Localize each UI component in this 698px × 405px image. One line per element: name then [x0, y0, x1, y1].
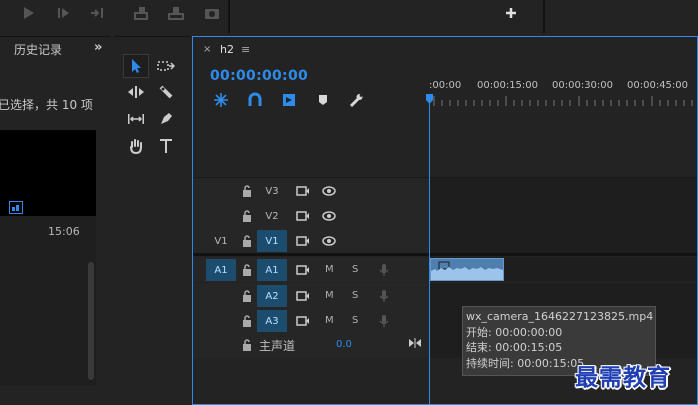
- master-volume[interactable]: 0.0: [336, 339, 352, 350]
- track-select-icon[interactable]: [154, 55, 178, 77]
- film-icon[interactable]: [296, 289, 310, 303]
- tools-panel: [114, 36, 190, 405]
- film-icon[interactable]: [296, 234, 310, 248]
- panel-tab-history[interactable]: 历史记录: [14, 41, 62, 58]
- selection-tool-icon[interactable]: [123, 54, 149, 78]
- waveform: [431, 261, 503, 280]
- hand-icon[interactable]: [124, 135, 148, 157]
- watermark-logo: 最需教育: [575, 365, 671, 391]
- master-track-label: 主声道: [259, 339, 296, 353]
- track-header-a3: [193, 308, 429, 333]
- eye-icon[interactable]: [322, 209, 336, 223]
- track-header-a2: [193, 283, 429, 308]
- film-icon[interactable]: [296, 314, 310, 328]
- lock-icon[interactable]: [240, 289, 254, 303]
- eye-icon[interactable]: [322, 184, 336, 198]
- mic-icon[interactable]: [377, 314, 391, 328]
- lock-icon[interactable]: [240, 234, 254, 248]
- track-toggle-a1[interactable]: A1: [257, 259, 287, 281]
- ripple-edit-icon[interactable]: [124, 81, 148, 103]
- lock-icon[interactable]: [240, 338, 254, 352]
- track-toggle-a3[interactable]: A3: [257, 310, 287, 332]
- track-header-master: [193, 333, 429, 358]
- lock-icon[interactable]: [240, 184, 254, 198]
- wrench-icon[interactable]: [348, 92, 364, 108]
- media-duration: 15:06: [48, 225, 80, 238]
- track-content-a2[interactable]: [429, 283, 697, 308]
- ruler-label: 00:00:45:00: [627, 80, 689, 91]
- pen-icon[interactable]: [154, 108, 178, 130]
- mic-icon[interactable]: [377, 289, 391, 303]
- media-list: [0, 216, 96, 386]
- playhead-handle[interactable]: [426, 94, 433, 104]
- mute-button[interactable]: M: [325, 315, 334, 326]
- marker-icon[interactable]: [315, 92, 331, 108]
- track-header-v3: [193, 178, 429, 203]
- lock-icon[interactable]: [240, 209, 254, 223]
- audio-clip[interactable]: [430, 258, 504, 281]
- tooltip-filename: wx_camera_1646227123825.mp4: [466, 310, 654, 323]
- eye-icon[interactable]: [322, 234, 336, 248]
- selection-status: 已选择，共 10 项: [0, 98, 93, 112]
- snap-icon[interactable]: [213, 92, 229, 108]
- lift-icon[interactable]: [132, 5, 150, 21]
- linked-icon[interactable]: [281, 92, 297, 108]
- type-icon[interactable]: [154, 135, 178, 157]
- extract-icon[interactable]: [167, 5, 185, 21]
- ruler-label: 00:00:15:00: [477, 80, 539, 91]
- camera-icon[interactable]: [203, 5, 221, 21]
- film-icon[interactable]: [296, 209, 310, 223]
- track-content-v2[interactable]: [429, 203, 697, 228]
- solo-button[interactable]: S: [352, 290, 358, 301]
- film-icon[interactable]: [296, 184, 310, 198]
- ruler-label: :00:00: [429, 80, 462, 91]
- source-patch-v1[interactable]: V1: [206, 230, 236, 252]
- ruler-label: 00:00:30:00: [552, 80, 614, 91]
- slip-icon[interactable]: [124, 108, 148, 130]
- step-forward-icon[interactable]: [55, 5, 73, 21]
- track-toggle-v2[interactable]: V2: [257, 205, 287, 227]
- top-toolbar: [0, 0, 698, 33]
- mute-button[interactable]: M: [325, 264, 334, 275]
- razor-icon[interactable]: [154, 81, 178, 103]
- mute-button[interactable]: M: [325, 290, 334, 301]
- track-header-v2: [193, 203, 429, 228]
- sequence-icon: [9, 201, 23, 214]
- go-to-end-icon[interactable]: [408, 336, 422, 350]
- playhead-timecode[interactable]: 00:00:00:00: [210, 68, 308, 84]
- tooltip-start: 开始: 00:00:00:00: [466, 325, 563, 339]
- panel-menu-icon[interactable]: ≡: [241, 43, 250, 56]
- close-icon[interactable]: ×: [203, 44, 211, 55]
- track-toggle-v1[interactable]: V1: [257, 230, 287, 252]
- track-toggle-a2[interactable]: A2: [257, 285, 287, 307]
- track-content-v1[interactable]: [429, 228, 697, 253]
- film-icon[interactable]: [296, 263, 310, 277]
- track-content-v3[interactable]: [429, 178, 697, 203]
- playhead-line[interactable]: [429, 96, 430, 405]
- sequence-tab[interactable]: h2: [220, 43, 234, 56]
- solo-button[interactable]: S: [352, 315, 358, 326]
- mic-icon[interactable]: [377, 263, 391, 277]
- source-patch-a1[interactable]: A1: [206, 259, 236, 281]
- av-divider: [193, 253, 697, 256]
- play-icon[interactable]: [20, 5, 38, 21]
- track-toggle-v3[interactable]: V3: [257, 180, 287, 202]
- solo-button[interactable]: S: [352, 264, 358, 275]
- lock-icon[interactable]: [240, 263, 254, 277]
- lock-icon[interactable]: [240, 314, 254, 328]
- scrollbar[interactable]: [88, 262, 94, 380]
- shuttle-icon[interactable]: [89, 5, 107, 21]
- panel-overflow-icon[interactable]: »: [94, 40, 102, 55]
- add-icon[interactable]: [502, 5, 520, 21]
- magnet-icon[interactable]: [247, 92, 263, 108]
- tooltip-end: 结束: 00:00:15:05: [466, 341, 563, 354]
